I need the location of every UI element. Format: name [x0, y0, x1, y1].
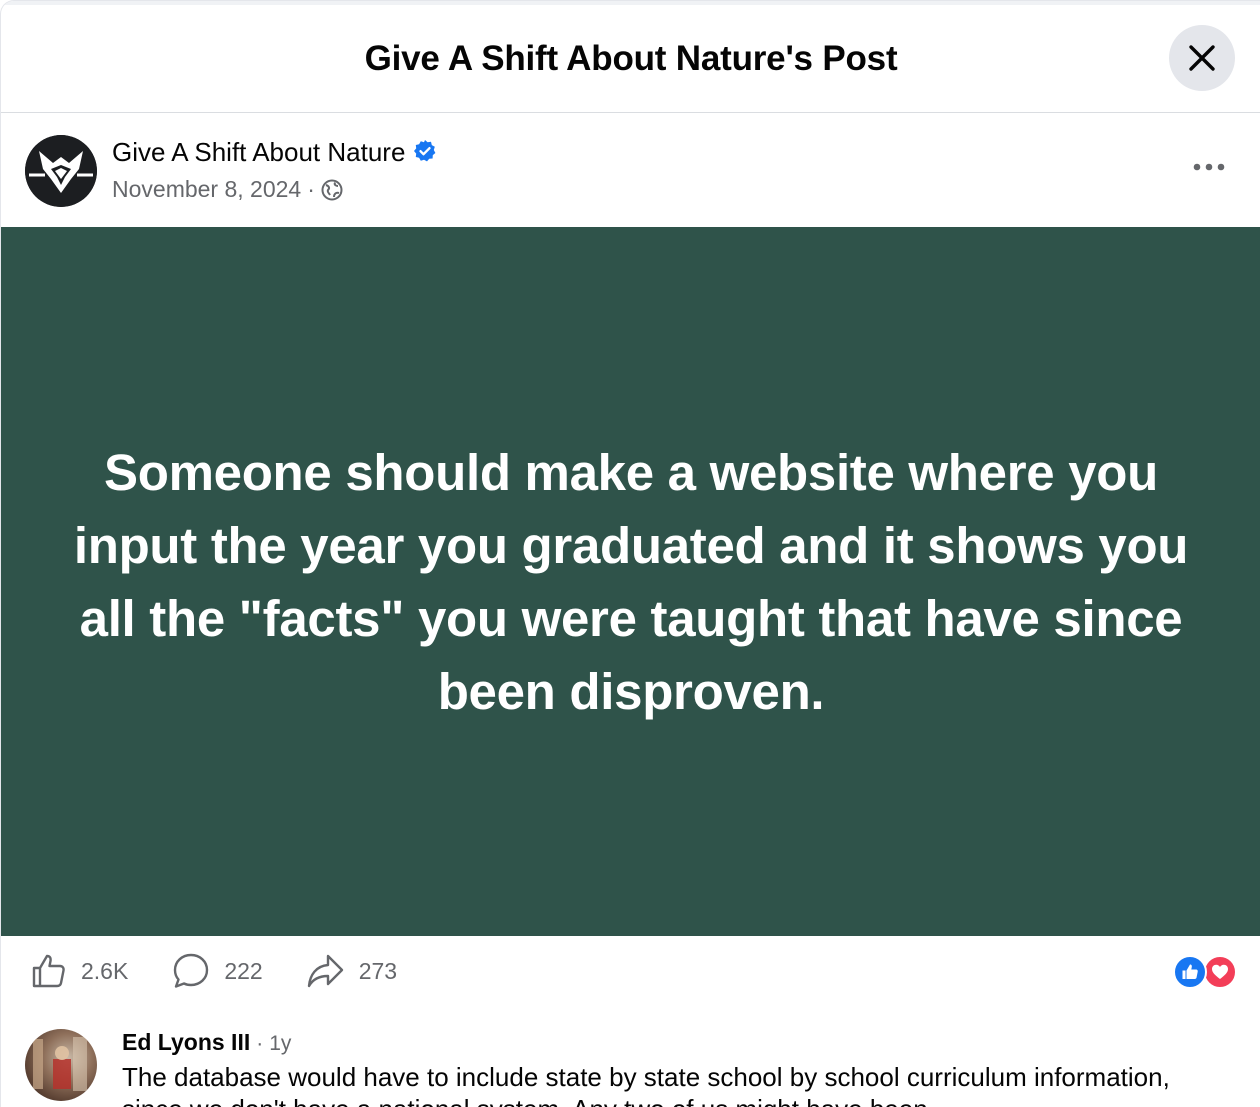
share-count: 273	[358, 957, 398, 984]
comment-author[interactable]: Ed Lyons III	[122, 1029, 250, 1056]
comment-bubble-icon	[174, 953, 209, 988]
like-count: 2.6K	[81, 957, 129, 984]
commenter-avatar[interactable]	[25, 1029, 97, 1101]
post-actions: 2.6K 222 273	[31, 949, 441, 993]
post-date[interactable]: November 8, 2024	[112, 176, 301, 203]
post-modal: Give A Shift About Nature's Post Give A …	[0, 0, 1260, 1107]
more-dots-icon	[1193, 163, 1225, 171]
like-button[interactable]: 2.6K	[31, 953, 128, 989]
comment-button[interactable]: 222	[172, 952, 263, 990]
globe-icon	[321, 179, 343, 200]
comment-time[interactable]: 1y	[269, 1032, 291, 1056]
wolf-logo-icon	[25, 135, 97, 207]
meta-separator: ·	[307, 176, 315, 202]
post-author-name[interactable]: Give A Shift About Nature	[112, 137, 405, 168]
share-button[interactable]: 273	[307, 953, 397, 989]
more-options-button[interactable]	[1187, 149, 1231, 185]
like-reaction-icon	[1173, 955, 1207, 989]
page-avatar[interactable]	[25, 135, 97, 207]
share-arrow-icon	[307, 954, 343, 988]
reaction-summary[interactable]	[1173, 955, 1239, 989]
modal-header: Give A Shift About Nature's Post	[1, 5, 1260, 113]
post-meta: November 8, 2024 ·	[112, 176, 343, 203]
post-image[interactable]: Someone should make a website where you …	[1, 227, 1260, 936]
close-button[interactable]	[1169, 25, 1235, 91]
thumbs-up-icon	[32, 954, 65, 988]
verified-badge-icon	[414, 139, 436, 161]
love-reaction-icon	[1203, 955, 1237, 989]
comment-count: 222	[224, 957, 263, 984]
modal-title: Give A Shift About Nature's Post	[364, 39, 898, 78]
comment-text: The database would have to include state…	[122, 1062, 1170, 1107]
comment-separator: ·	[256, 1032, 264, 1055]
comment-header: Ed Lyons III · 1y	[122, 1029, 291, 1056]
post-image-text: Someone should make a website where you …	[73, 443, 1189, 720]
close-icon	[1189, 45, 1215, 71]
commenter-photo	[33, 1037, 87, 1091]
post-author[interactable]: Give A Shift About Nature	[112, 137, 437, 168]
